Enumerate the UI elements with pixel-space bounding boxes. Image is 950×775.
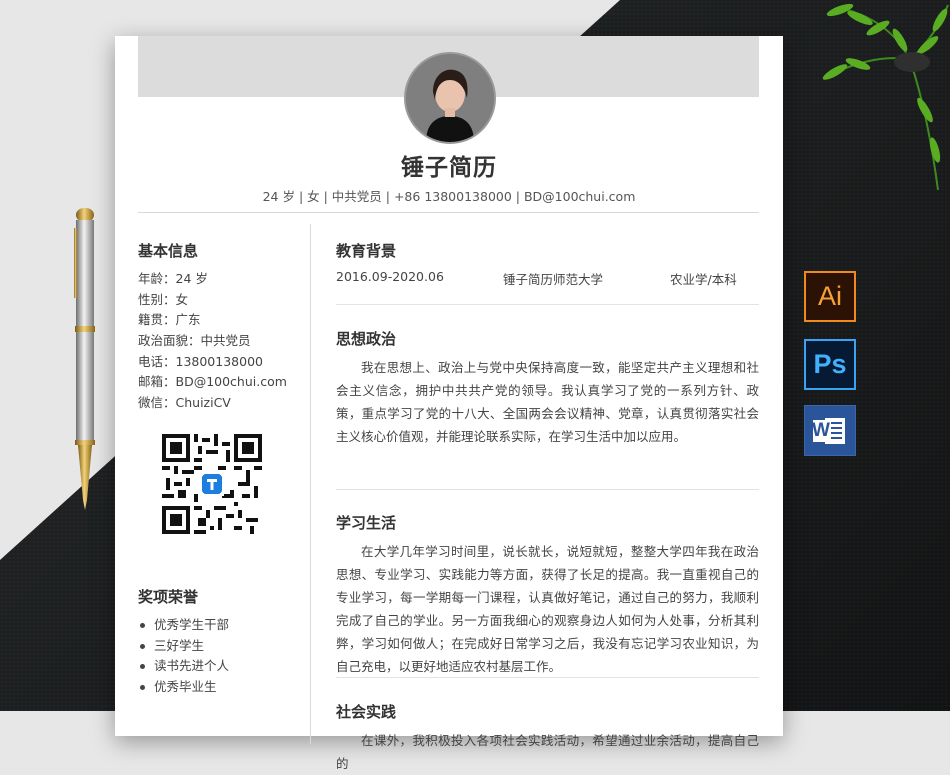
education-section: 教育背景 2016.09-2020.06 锤子简历师范大学 农业学/本科: [336, 240, 759, 287]
avatar: [404, 52, 496, 144]
info-email: 邮箱：BD@100chui.com: [138, 374, 287, 390]
awards-list: 优秀学生干部 三好学生 读书先进个人 优秀毕业生: [138, 615, 229, 698]
politics-text: 我在思想上、政治上与党中央保持高度一致，能坚定共产主义理想和社会主义信念，拥护中…: [336, 360, 759, 444]
study-text: 在大学几年学习时间里，说长就长，说短就短，整整大学四年我在政治思想、专业学习、实…: [336, 544, 759, 674]
contact-summary: 24 岁 | 女 | 中共党员 | +86 13800138000 | BD@1…: [262, 189, 636, 204]
header-divider: [138, 212, 759, 213]
politics-title: 思想政治: [336, 330, 397, 348]
education-row: 2016.09-2020.06 锤子简历师范大学 农业学/本科: [336, 269, 759, 287]
word-icon: W: [804, 405, 856, 456]
award-item: 三好学生: [138, 636, 229, 657]
study-section: 学习生活 在大学几年学习时间里，说长就长，说短就短，整整大学四年我在政治思想、专…: [336, 512, 759, 678]
practice-text: 在课外，我积极投入各项社会实践活动，希望通过业余活动，提高自己的: [336, 733, 759, 771]
info-wechat: 微信：ChuiziCV: [138, 395, 231, 411]
illustrator-icon: Ai: [804, 271, 856, 322]
portrait-photo: [406, 54, 494, 142]
illustrator-icon-label: Ai: [817, 281, 842, 311]
column-divider: [310, 224, 311, 744]
education-period: 2016.09-2020.06: [336, 269, 444, 284]
education-title: 教育背景: [336, 242, 397, 260]
section-divider: [336, 489, 759, 490]
photoshop-icon-label: Ps: [813, 349, 847, 379]
practice-title: 社会实践: [336, 703, 397, 721]
section-divider: [336, 304, 759, 305]
section-divider: [336, 677, 759, 678]
resume-title: 锤子简历: [401, 155, 497, 181]
education-school: 锤子简历师范大学: [503, 272, 604, 287]
education-major: 农业学/本科: [670, 272, 737, 287]
resume-page: 锤子简历 24 岁 | 女 | 中共党员 | +86 13800138000 |…: [115, 36, 783, 771]
photoshop-icon: Ps: [804, 339, 856, 390]
qr-code-icon: [162, 434, 262, 534]
info-age: 年龄：24 岁: [138, 271, 208, 286]
info-phone: 电话：13800138000: [138, 353, 263, 369]
awards-title: 奖项荣誉: [138, 588, 199, 606]
potted-plant-illustration: [822, 3, 949, 191]
award-item: 优秀毕业生: [138, 677, 229, 698]
practice-section: 社会实践 在课外，我积极投入各项社会实践活动，希望通过业余活动，提高自己的: [336, 701, 759, 775]
basic-info-title: 基本信息: [138, 242, 199, 260]
info-political-status: 政治面貌：中共党员: [138, 333, 251, 349]
award-item: 读书先进个人: [138, 656, 229, 677]
politics-section: 思想政治 我在思想上、政治上与党中央保持高度一致，能坚定共产主义理想和社会主义信…: [336, 328, 759, 448]
award-item: 优秀学生干部: [138, 615, 229, 636]
left-column: 基本信息 年龄：24 岁 性别：女 籍贯：广东 政治面貌：中共党员 电话：138…: [138, 240, 303, 694]
study-title: 学习生活: [336, 514, 397, 532]
basic-info-list: 年龄：24 岁 性别：女 籍贯：广东 政治面貌：中共党员 电话：13800138…: [138, 269, 303, 414]
awards-section: 奖项荣誉 优秀学生干部 三好学生 读书先进个人 优秀毕业生: [138, 586, 229, 714]
fountain-pen-illustration: [74, 208, 95, 510]
word-icon-label: W: [812, 420, 830, 441]
info-gender: 性别：女: [138, 291, 189, 307]
info-hometown: 籍贯：广东: [138, 312, 201, 328]
